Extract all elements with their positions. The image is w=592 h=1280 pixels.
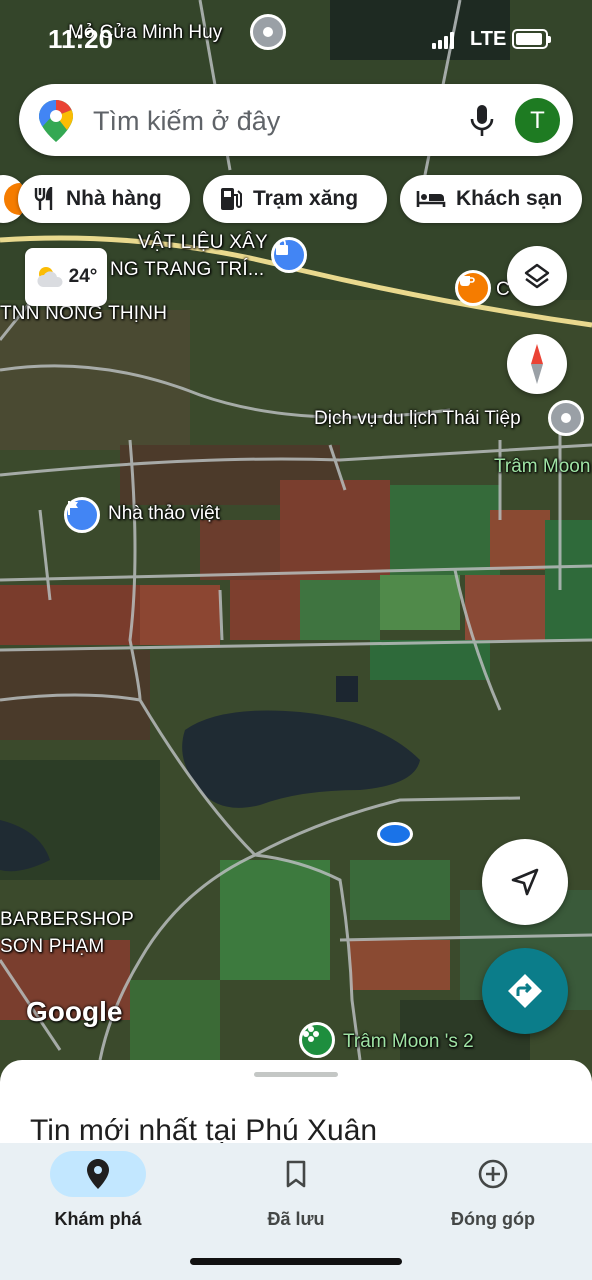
fork-knife-icon	[34, 187, 53, 210]
search-bar[interactable]: Tìm kiếm ở đây T	[19, 84, 573, 156]
store-label-line1[interactable]: VẬT LIỆU XÂY	[138, 232, 268, 254]
weather-badge[interactable]: 24°	[25, 248, 107, 306]
compass-icon	[531, 344, 543, 384]
shopping-bag-icon[interactable]	[271, 237, 307, 273]
user-location-dot	[377, 822, 413, 846]
status-bar: 11:20 LTE	[0, 0, 592, 80]
nav-saved[interactable]: Đã lưu	[206, 1151, 386, 1230]
my-location-button[interactable]	[482, 839, 568, 925]
signal-bars-icon	[432, 31, 456, 49]
location-pin-icon[interactable]	[548, 400, 584, 436]
google-logo: Google	[26, 996, 123, 1027]
nav-explore[interactable]: Khám phá	[8, 1151, 188, 1230]
layers-button[interactable]	[507, 246, 567, 306]
directions-button[interactable]	[482, 948, 568, 1034]
flag-pin-icon[interactable]	[64, 497, 100, 533]
chip-hotels[interactable]: Khách sạn	[400, 175, 582, 223]
temperature: 24°	[68, 266, 98, 287]
nav-label: Đóng góp	[451, 1209, 535, 1229]
nav-contribute-indicator	[445, 1151, 541, 1197]
search-placeholder[interactable]: Tìm kiếm ở đây	[93, 106, 280, 137]
nong-thinh-label[interactable]: TNN NONG THỊNH	[0, 303, 167, 325]
partly-cloudy-icon	[37, 267, 63, 287]
cafe-icon[interactable]	[455, 270, 491, 306]
chip-label: Trạm xăng	[253, 187, 359, 210]
battery-icon	[512, 29, 551, 49]
nha-thao-label[interactable]: Nhà thảo việt	[108, 503, 220, 525]
barbershop-label-line1[interactable]: BARBERSHOP	[0, 909, 134, 931]
network-type: LTE	[470, 28, 507, 50]
add-circle-icon	[478, 1159, 508, 1189]
nav-saved-indicator	[248, 1151, 344, 1197]
bed-icon	[416, 191, 446, 207]
chip-label: Khách sạn	[456, 187, 563, 210]
directions-icon	[508, 974, 542, 1008]
compass-button[interactable]	[507, 334, 567, 394]
explore-pin-icon	[87, 1159, 109, 1189]
home-indicator[interactable]	[190, 1258, 402, 1265]
status-time: 11:20	[48, 24, 114, 54]
bookmark-icon	[286, 1160, 306, 1188]
gas-station-icon	[221, 188, 242, 210]
nav-label: Khám phá	[54, 1209, 142, 1229]
layers-icon	[524, 263, 550, 289]
maps-pin-logo-icon	[39, 100, 73, 142]
tram-moon2-label[interactable]: Trâm Moon 's 2	[343, 1031, 474, 1053]
nav-explore-indicator	[50, 1151, 146, 1197]
tram-moon-label[interactable]: Trâm Moon	[494, 456, 590, 478]
travel-label[interactable]: Dịch vụ du lịch Thái Tiệp	[314, 408, 521, 430]
chip-label: Nhà hàng	[66, 187, 162, 210]
chip-gas-stations[interactable]: Trạm xăng	[203, 175, 387, 223]
account-avatar[interactable]: T	[515, 98, 560, 143]
sheet-drag-handle[interactable]	[254, 1072, 338, 1077]
flower-pin-icon[interactable]	[299, 1022, 335, 1058]
nav-label: Đã lưu	[267, 1209, 325, 1229]
nav-contribute[interactable]: Đóng góp	[403, 1151, 583, 1230]
chip-restaurants[interactable]: Nhà hàng	[18, 175, 190, 223]
barbershop-label-line2[interactable]: SƠN PHẠM	[0, 936, 104, 958]
store-label-line2[interactable]: NG TRANG TRÍ...	[110, 259, 264, 281]
microphone-icon[interactable]	[469, 104, 495, 138]
navigation-arrow-icon	[511, 868, 539, 896]
